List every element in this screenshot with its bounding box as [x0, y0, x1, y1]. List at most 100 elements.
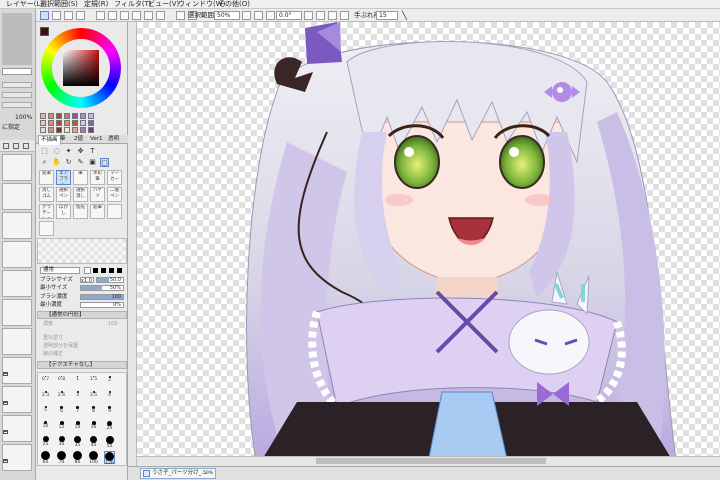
color-swatch[interactable] [80, 120, 86, 126]
transform-icon[interactable] [96, 11, 105, 20]
select-eraser-icon[interactable]: ▢ [100, 158, 109, 167]
size-multiplier-select[interactable]: x1.0 [80, 277, 94, 284]
zoom-out-icon[interactable] [242, 11, 251, 20]
zoom-reset-icon[interactable] [266, 11, 275, 20]
navigator-zoom-field[interactable] [2, 68, 32, 75]
brush-shape-square-4-icon[interactable] [117, 268, 122, 273]
brush-size-option[interactable]: 16 [88, 421, 99, 434]
color-swatch[interactable] [88, 113, 94, 119]
option-overpaint[interactable]: 重ね塗り [43, 335, 63, 341]
brush-tool-15[interactable] [39, 221, 54, 236]
brush-tool-14[interactable] [107, 204, 122, 219]
brush-size-option[interactable]: 50 [104, 436, 115, 449]
brush-size-option[interactable]: 7 [72, 406, 83, 419]
brush-size-slider[interactable]: 50.0 [96, 277, 124, 283]
brush-size-option[interactable]: 40 [88, 436, 99, 449]
color-swatch[interactable] [64, 127, 70, 133]
color-swatch[interactable] [88, 127, 94, 133]
brush-size-option[interactable]: 80 [72, 451, 83, 465]
document-tab[interactable]: うさ子_パーツ分け_... 50% [140, 468, 216, 479]
layer-row[interactable] [2, 357, 32, 384]
invert-selection-icon[interactable] [64, 11, 73, 20]
layer-row[interactable] [2, 328, 32, 355]
tab-preset-1[interactable]: 筆 [58, 135, 68, 144]
brush-tool-1[interactable]: エアブラシ [56, 170, 71, 185]
brush-size-option[interactable]: 0.7 [40, 376, 51, 389]
eyedropper-icon[interactable]: ✎ [76, 158, 85, 167]
layer-row[interactable] [2, 444, 32, 471]
brush-size-option[interactable]: 5 [40, 406, 51, 419]
layer-row[interactable] [2, 212, 32, 239]
new-layer-icon[interactable] [3, 143, 9, 149]
brush-size-option[interactable]: 60 [40, 451, 51, 465]
rect-select-icon[interactable]: ⬚ [40, 147, 49, 156]
brush-size-option[interactable]: 20 [104, 421, 115, 434]
min-size-slider[interactable]: 50% [80, 285, 124, 291]
brush-size-option[interactable]: 70 [56, 451, 67, 465]
deselect-icon[interactable] [52, 11, 61, 20]
color-swatch[interactable] [48, 120, 54, 126]
color-swatch[interactable] [80, 113, 86, 119]
rotation-field[interactable]: 0.0° [276, 11, 302, 20]
blend-mode-select[interactable]: 通常 [40, 267, 80, 274]
color-swatch[interactable] [40, 120, 46, 126]
brush-shape-square-3-icon[interactable] [109, 268, 114, 273]
brush-shape-tri-icon[interactable] [84, 267, 91, 274]
hand-tool-icon[interactable]: ✋ [52, 158, 61, 167]
brush-tool-4[interactable]: マーカー [107, 170, 122, 185]
brush-size-option[interactable]: 14 [72, 421, 83, 434]
min-density-slider[interactable]: 0% [80, 302, 124, 308]
grid-icon[interactable] [176, 11, 185, 20]
color-swatch[interactable] [64, 120, 70, 126]
lasso-icon[interactable]: ◌ [52, 147, 61, 156]
move-icon[interactable] [132, 11, 141, 20]
flip-icon[interactable] [108, 11, 117, 20]
brush-size-option[interactable]: 2 [104, 376, 115, 389]
layer-slider-2[interactable] [2, 92, 32, 98]
option-protect-transparency[interactable]: 透明部分を保護 [43, 343, 78, 349]
text-tool-icon[interactable]: T [88, 147, 97, 156]
rotate-reset-icon[interactable] [328, 11, 337, 20]
drawing-canvas[interactable] [137, 22, 720, 468]
rotate-icon[interactable] [120, 11, 129, 20]
rotate-left-icon[interactable] [304, 11, 313, 20]
color-swatch[interactable] [48, 113, 54, 119]
brush-shape-square-2-icon[interactable] [101, 268, 106, 273]
brush-tool-5[interactable]: 消しゴム [39, 187, 54, 202]
brush-size-option[interactable]: 25 [40, 436, 51, 449]
menu-ruler[interactable]: 定規(R) [84, 0, 108, 9]
menu-selection[interactable]: 選択範囲(S) [40, 0, 78, 9]
brush-tool-8[interactable]: バケツ [90, 187, 105, 202]
horizontal-scroll-thumb[interactable] [316, 458, 546, 464]
layer-row[interactable] [2, 415, 32, 442]
option-line-correction[interactable]: 線の補正 [43, 351, 63, 357]
color-swatch[interactable] [40, 127, 46, 133]
zoom-in-icon[interactable] [254, 11, 263, 20]
rotate-tool-icon[interactable]: ↻ [64, 158, 73, 167]
brush-tool-13[interactable]: 鉛筆 [90, 204, 105, 219]
layer-lock-icon[interactable] [3, 459, 8, 463]
stabilizer-select[interactable]: 15 [376, 11, 398, 20]
brush-size-option[interactable]: 8 [88, 406, 99, 419]
color-swatch[interactable] [40, 113, 46, 119]
magic-wand-icon[interactable]: ✦ [64, 147, 73, 156]
brush-size-option[interactable]: 0.8 [56, 376, 67, 389]
layer-row[interactable] [2, 386, 32, 413]
layer-lock-icon[interactable] [3, 401, 8, 405]
layer-row[interactable] [2, 183, 32, 210]
tab-preset-4[interactable]: 透明 [106, 135, 121, 144]
density-slider[interactable]: 100 [80, 294, 124, 300]
new-folder-icon[interactable] [13, 143, 19, 149]
layer-slider[interactable] [2, 82, 32, 88]
foreground-color-swatch[interactable] [40, 27, 49, 36]
layer-row[interactable] [2, 270, 32, 297]
brush-size-option[interactable]: 1 [72, 376, 83, 389]
color-swatch[interactable] [72, 113, 78, 119]
brush-size-option[interactable]: 6 [56, 406, 67, 419]
layer-move-icon[interactable] [144, 11, 153, 20]
select-pen-icon[interactable]: ▣ [88, 158, 97, 167]
zoom-field[interactable]: 50% [214, 11, 240, 20]
brush-size-option[interactable]: 2.3 [40, 391, 51, 404]
layer-blend-select[interactable] [2, 102, 32, 108]
navigator-thumbnail[interactable] [2, 13, 32, 65]
